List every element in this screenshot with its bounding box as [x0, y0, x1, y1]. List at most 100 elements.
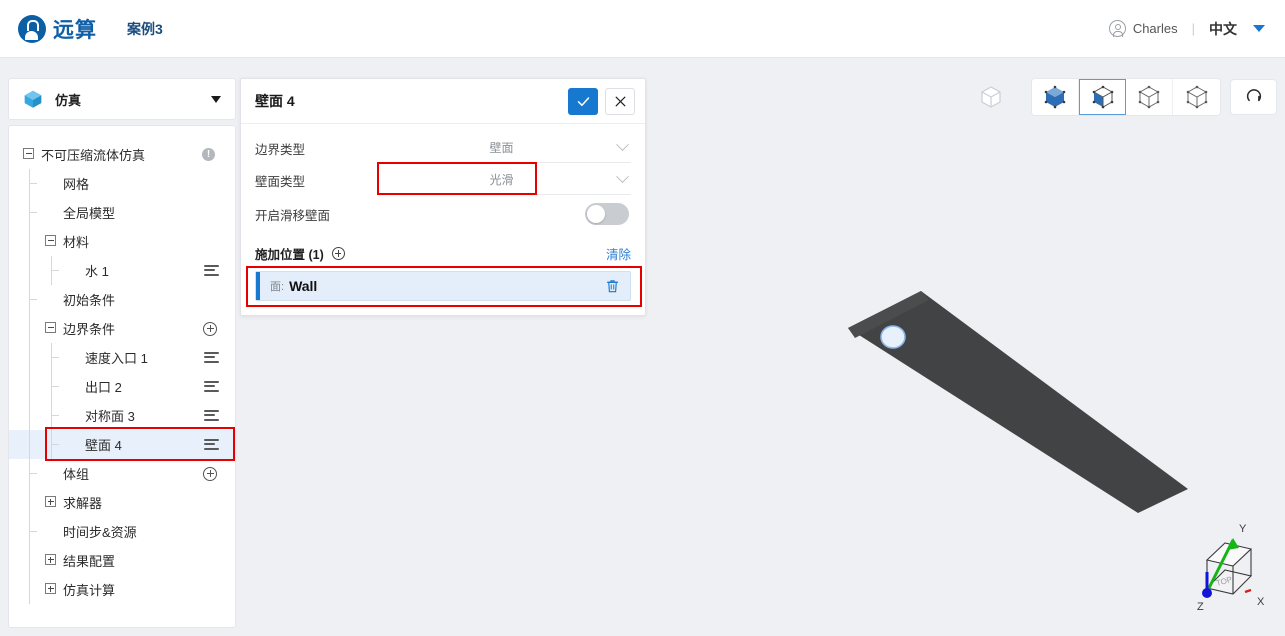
collapse-icon[interactable] — [23, 148, 34, 159]
info-icon[interactable]: ! — [202, 148, 215, 161]
add-icon[interactable] — [203, 466, 217, 481]
boundary-type-dropdown[interactable]: 壁面 — [385, 133, 631, 163]
item-menu-icon[interactable] — [204, 381, 219, 392]
expand-icon[interactable] — [45, 583, 56, 594]
tree-item-1[interactable]: 网格 — [9, 169, 235, 198]
sidebar-header[interactable]: 仿真 — [8, 78, 236, 120]
tree-guide-line — [29, 488, 30, 517]
list-item[interactable]: 面: Wall — [255, 271, 631, 301]
header-separator: | — [1191, 21, 1195, 36]
field-label: 开启滑移壁面 — [255, 208, 331, 223]
viewport-toolbar — [974, 78, 1277, 116]
add-icon[interactable] — [203, 321, 217, 336]
viewport-3d[interactable]: Y X Z TOP — [648, 70, 1285, 636]
tree-guide-line — [29, 401, 30, 430]
tree-guide-tick — [51, 270, 59, 271]
check-icon — [577, 96, 589, 106]
tree-item-label: 体组 — [63, 467, 90, 482]
panel-title: 壁面 4 — [255, 93, 295, 109]
trash-icon[interactable] — [605, 278, 620, 294]
panel-header: 壁面 4 — [241, 79, 645, 124]
tree-item-10[interactable]: 壁面 4 — [9, 430, 235, 459]
tree-item-label: 不可压缩流体仿真 — [41, 148, 146, 163]
tree-guide-line — [51, 401, 52, 430]
cube-wire-view-icon[interactable] — [1126, 79, 1173, 115]
chevron-down-icon — [616, 138, 629, 152]
item-menu-icon[interactable] — [204, 352, 219, 363]
tree-item-label: 时间步&资源 — [63, 525, 137, 540]
tree-item-12[interactable]: 求解器 — [9, 488, 235, 517]
panel-body: 边界类型 壁面 壁面类型 光滑 开启滑移壁面 施加位置 (1) 清除 面: Wa… — [241, 124, 645, 315]
tree-guide-line — [29, 546, 30, 575]
expand-icon[interactable] — [45, 496, 56, 507]
clear-link[interactable]: 清除 — [606, 244, 631, 263]
tree-guide-line — [29, 256, 30, 285]
section-title: 施加位置 (1) — [255, 248, 324, 262]
sidebar-title: 仿真 — [55, 92, 82, 108]
tree-item-9[interactable]: 对称面 3 — [9, 401, 235, 430]
tree-item-label: 边界条件 — [63, 322, 116, 337]
cube-wire2-view-icon[interactable] — [1173, 79, 1220, 115]
tree-item-2[interactable]: 全局模型 — [9, 198, 235, 227]
tree-guide-tick — [29, 299, 37, 300]
axis-label-z: Z — [1197, 601, 1204, 613]
tree-item-11[interactable]: 体组 — [9, 459, 235, 488]
axis-label-x: X — [1257, 596, 1265, 608]
brand-logo[interactable]: 远算 — [18, 14, 97, 44]
tree-item-6[interactable]: 边界条件 — [9, 314, 235, 343]
tree-item-label: 出口 2 — [85, 380, 122, 395]
chevron-down-icon — [616, 170, 629, 184]
tree-guide-line — [29, 575, 30, 604]
tree-guide-line — [51, 430, 52, 459]
collapse-icon[interactable] — [45, 322, 56, 333]
item-menu-icon[interactable] — [204, 439, 219, 450]
reset-rotate-icon[interactable] — [1230, 79, 1277, 115]
cube-front-view-icon[interactable] — [1032, 79, 1079, 115]
confirm-button[interactable] — [568, 87, 598, 115]
tree-guide-tick — [51, 357, 59, 358]
tree-guide-line — [51, 343, 52, 372]
tree-item-8[interactable]: 出口 2 — [9, 372, 235, 401]
tree-item-5[interactable]: 初始条件 — [9, 285, 235, 314]
tree-guide-line — [29, 343, 30, 372]
expand-icon[interactable] — [45, 554, 56, 565]
tree-item-label: 速度入口 1 — [85, 351, 148, 366]
tree-guide-tick — [29, 212, 37, 213]
logo-text: 远算 — [53, 18, 97, 42]
cube-iso-view-icon[interactable] — [1079, 79, 1126, 115]
item-name: Wall — [289, 278, 318, 294]
tree-item-label: 壁面 4 — [85, 438, 122, 453]
axis-triad-widget[interactable]: Y X Z TOP — [1181, 510, 1273, 620]
field-wall-type: 壁面类型 光滑 — [255, 162, 631, 196]
tree-item-15[interactable]: 仿真计算 — [9, 575, 235, 604]
collapse-icon[interactable] — [45, 235, 56, 246]
tree-item-label: 水 1 — [85, 264, 109, 279]
tree-item-0[interactable]: 不可压缩流体仿真! — [9, 140, 235, 169]
tree-item-14[interactable]: 结果配置 — [9, 546, 235, 575]
field-slip-wall: 开启滑移壁面 — [255, 198, 631, 230]
slip-wall-toggle[interactable] — [585, 203, 629, 225]
tree-item-3[interactable]: 材料 — [9, 227, 235, 256]
tree-guide-tick — [51, 415, 59, 416]
tree-guide-line — [29, 372, 30, 401]
properties-panel: 壁面 4 边界类型 壁面 壁面类型 光滑 开启滑移壁面 施加位置 (1) 清除 … — [240, 78, 646, 316]
sidebar: 仿真 不可压缩流体仿真! 网格全局模型材料水 1 初始条件边界条件速度入口 1 出口 … — [8, 78, 236, 628]
chevron-down-icon[interactable] — [1253, 25, 1265, 32]
language-label[interactable]: 中文 — [1209, 19, 1237, 39]
tree-item-13[interactable]: 时间步&资源 — [9, 517, 235, 546]
apply-location-list: 面: Wall — [246, 266, 642, 307]
chevron-down-icon[interactable] — [211, 95, 221, 103]
tree-item-label: 材料 — [63, 235, 90, 250]
close-button[interactable] — [605, 87, 635, 115]
item-menu-icon[interactable] — [204, 410, 219, 421]
tree-item-label: 网格 — [63, 177, 90, 192]
user-name: Charles — [1132, 21, 1178, 36]
plus-circle-icon[interactable] — [331, 247, 345, 260]
tree-item-label: 求解器 — [63, 496, 103, 511]
tree-item-4[interactable]: 水 1 — [9, 256, 235, 285]
wall-type-dropdown[interactable]: 光滑 — [385, 165, 631, 195]
tree-guide-line — [29, 227, 30, 256]
close-icon — [615, 96, 625, 106]
tree-item-7[interactable]: 速度入口 1 — [9, 343, 235, 372]
item-menu-icon[interactable] — [204, 265, 219, 276]
